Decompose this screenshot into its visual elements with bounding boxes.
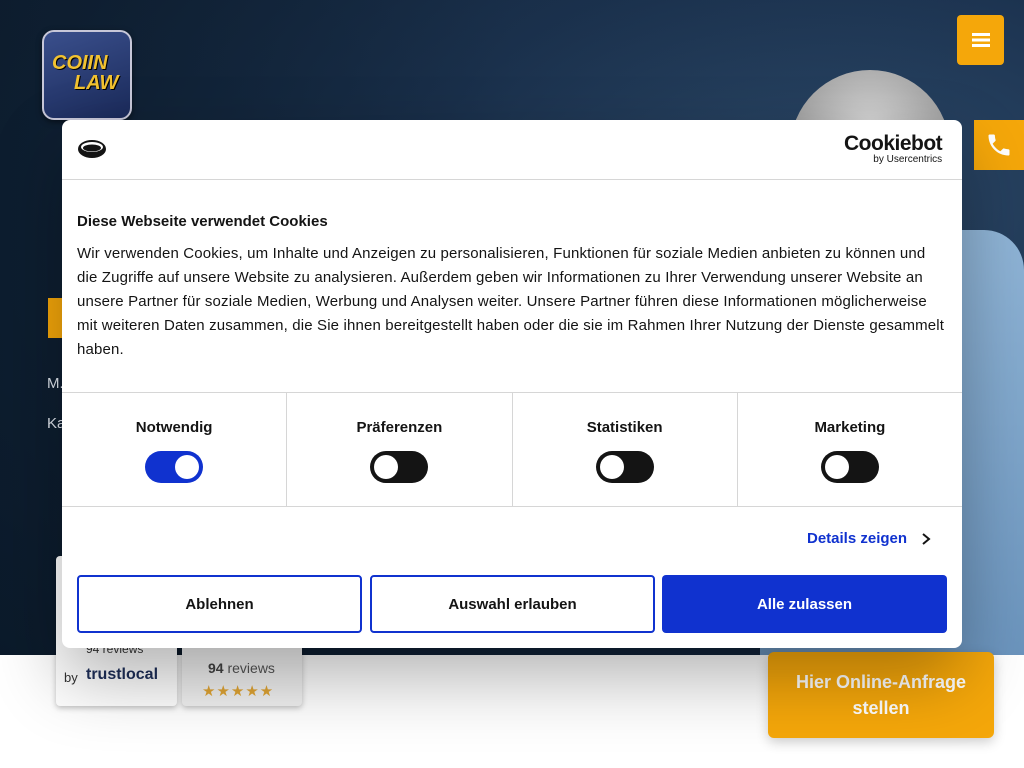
allow-all-button[interactable]: Alle zulassen [662, 575, 947, 633]
cookie-category-toggles: Notwendig Präferenzen Statistiken Market… [62, 392, 962, 507]
cookie-icon [78, 140, 106, 158]
category-label: Notwendig [135, 419, 213, 436]
category-label: Marketing [814, 419, 886, 436]
hamburger-icon [971, 33, 990, 47]
cookie-dialog-header: Cookiebot by Usercentrics [62, 120, 962, 180]
review-count: 94 reviews [208, 660, 275, 676]
category-marketing: Marketing [738, 393, 962, 506]
category-statistics: Statistiken [513, 393, 738, 506]
logo-text-bottom: LAW [74, 72, 119, 94]
toggle-statistics[interactable] [595, 451, 654, 483]
menu-button[interactable] [957, 15, 1004, 65]
trustlocal-by: by [64, 670, 78, 685]
site-logo[interactable]: COIIN LAW [42, 30, 132, 120]
details-link[interactable]: Details zeigen [807, 530, 931, 547]
category-necessary: Notwendig [62, 393, 288, 506]
cookiebot-brand: Cookiebot [844, 132, 943, 155]
toggle-necessary[interactable] [145, 451, 204, 483]
decline-button[interactable]: Ablehnen [77, 575, 362, 633]
phone-icon [988, 134, 1010, 156]
online-request-label: Hier Online-Anfrage stellen [795, 672, 967, 718]
category-label: Präferenzen [356, 419, 443, 436]
cookie-dialog-text: Wir verwenden Cookies, um Inhalte und An… [77, 245, 945, 358]
trustlocal-logo: trustlocal [86, 666, 159, 683]
toggle-marketing[interactable] [820, 451, 879, 483]
cookiebot-logo[interactable]: Cookiebot by Usercentrics [844, 132, 943, 165]
phone-button[interactable] [974, 120, 1024, 170]
rating-stars-icon: ★★★★★ [202, 683, 275, 700]
details-label: Details zeigen [807, 530, 908, 547]
category-preferences: Präferenzen [287, 393, 513, 506]
online-request-button[interactable]: Hier Online-Anfrage stellen [768, 652, 994, 738]
category-label: Statistiken [586, 419, 663, 436]
cookie-consent-dialog: Cookiebot by Usercentrics Diese Webseite… [62, 120, 962, 648]
toggle-preferences[interactable] [370, 451, 429, 483]
cookie-dialog-title: Diese Webseite verwendet Cookies [77, 213, 328, 230]
hero-heading-accent [48, 298, 62, 338]
allow-selection-button[interactable]: Auswahl erlauben [370, 575, 655, 633]
chevron-right-icon [922, 532, 931, 545]
